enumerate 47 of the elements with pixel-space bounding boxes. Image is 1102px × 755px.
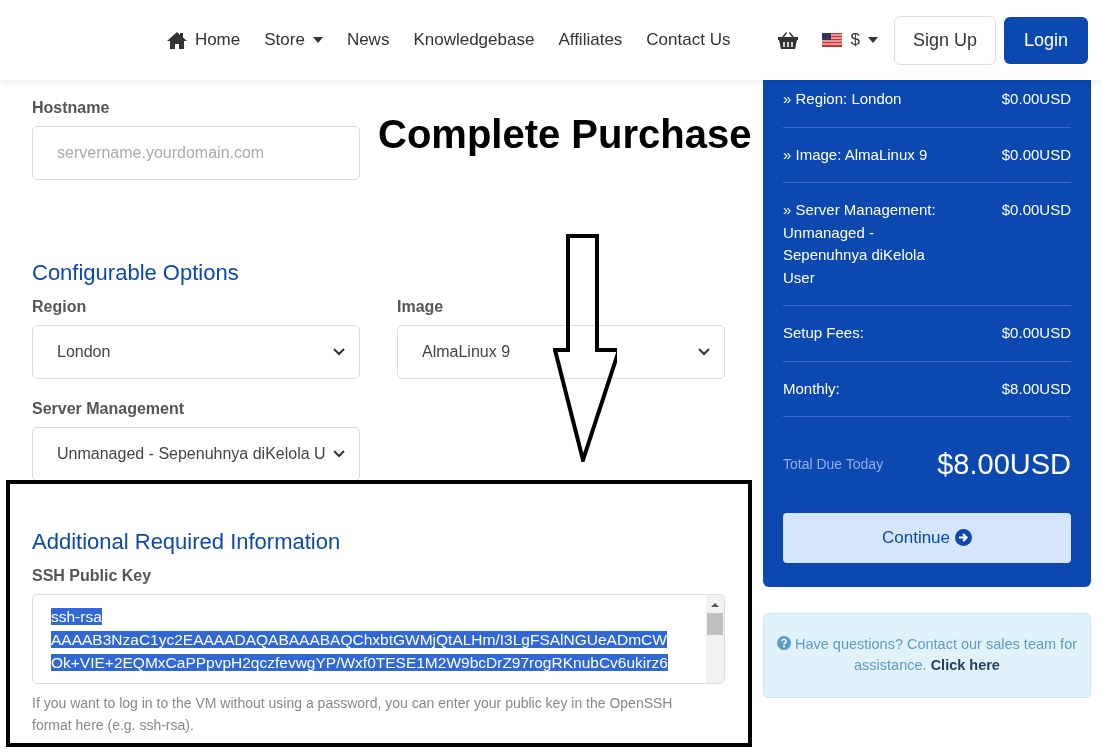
summary-price: $0.00USD bbox=[1001, 89, 1071, 109]
nav-link[interactable]: Contact Us bbox=[634, 27, 743, 53]
help-link[interactable]: Click here bbox=[930, 657, 1000, 674]
nav-link[interactable]: Store bbox=[252, 27, 335, 53]
summary-price: $0.00USD bbox=[1001, 200, 1071, 220]
login-button[interactable]: Login bbox=[1003, 16, 1088, 64]
help-text: If you want to log in to the VM without using a password, you can enter your public key in the OpenSSH format here (e.g. ssh-rsa). bbox=[32, 694, 674, 735]
field-label: SSH Public Key bbox=[32, 566, 153, 586]
section-heading: Additional Required Information bbox=[32, 528, 342, 556]
select-field[interactable]: AlmaLinux 9 bbox=[397, 325, 725, 379]
nav-link[interactable]: Home bbox=[154, 27, 253, 53]
summary-item: Monthly: bbox=[783, 378, 841, 399]
arrow-circle-icon bbox=[955, 529, 973, 546]
total-amount: $8.00USD bbox=[937, 447, 1071, 482]
field-label: Image bbox=[397, 297, 445, 317]
ssh-key-field[interactable]: ssh-rsa AAAAB3NzaC1yc2EAAAADAQABAAABAQChxbtGWMjQtALHm/I3LgFSAlNGUeADmCW Ok+VIE+2EQMxCaPPpvpH2qczfevwgYP/Wxf0TESE1M2W9bcDrZ97rogRKnubCv6ukirz6 bbox=[32, 594, 725, 684]
summary-price: $8.00USD bbox=[1001, 378, 1071, 399]
question-icon bbox=[776, 635, 791, 650]
help-message: Have questions? Contact our sales team for assistance. Click here bbox=[776, 633, 1078, 677]
field-label: Server Management bbox=[32, 399, 186, 419]
summary-price: $0.00USD bbox=[1001, 144, 1071, 165]
sign-up-button[interactable]: Sign Up bbox=[893, 15, 996, 65]
field-label: Region bbox=[32, 297, 88, 317]
total-label: Total Due Today bbox=[783, 455, 884, 475]
summary-price: $0.00USD bbox=[1001, 323, 1071, 343]
basket-icon bbox=[778, 32, 799, 50]
home-icon bbox=[166, 31, 187, 49]
continue-button[interactable]: Continue bbox=[783, 512, 1071, 563]
scrollbar[interactable] bbox=[706, 595, 724, 683]
chevron-icon bbox=[333, 450, 345, 458]
summary-item: » Image: AlmaLinux 9 bbox=[783, 144, 929, 165]
flag-icon bbox=[822, 33, 843, 47]
currency-selector[interactable]: $ bbox=[810, 27, 890, 53]
summary-item: » Server Management: Unmanaged - Sepenuhnya diKelola User bbox=[783, 200, 937, 288]
field-label: Hostname bbox=[32, 98, 111, 118]
hostname-field[interactable]: servername.yourdomain.com bbox=[32, 126, 360, 180]
nav-link[interactable]: Affiliates bbox=[546, 27, 635, 53]
nav-link[interactable]: Knowledgebase bbox=[401, 27, 547, 53]
summary-item: » Region: London bbox=[783, 89, 903, 109]
chevron-icon bbox=[698, 348, 710, 356]
chevron-icon bbox=[333, 348, 345, 356]
annotation-title: Complete Purchase bbox=[378, 111, 752, 158]
summary-item: Setup Fees: bbox=[783, 323, 865, 343]
select-field[interactable]: London bbox=[32, 325, 360, 379]
nav-link[interactable]: News bbox=[334, 27, 402, 53]
section-heading: Configurable Options bbox=[32, 259, 240, 287]
caret-icon bbox=[867, 37, 878, 43]
